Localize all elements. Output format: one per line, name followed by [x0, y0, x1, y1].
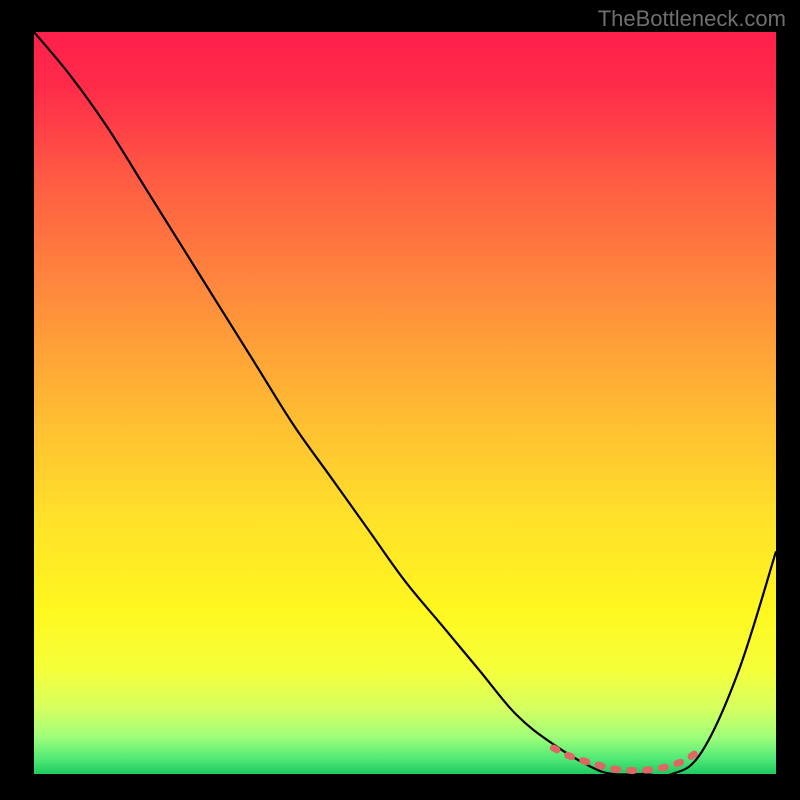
watermark-text: TheBottleneck.com: [598, 6, 786, 32]
plot-area: [34, 32, 776, 774]
chart-container: TheBottleneck.com: [0, 0, 800, 800]
chart-svg: [34, 32, 776, 774]
bottleneck-curve: [34, 32, 776, 774]
